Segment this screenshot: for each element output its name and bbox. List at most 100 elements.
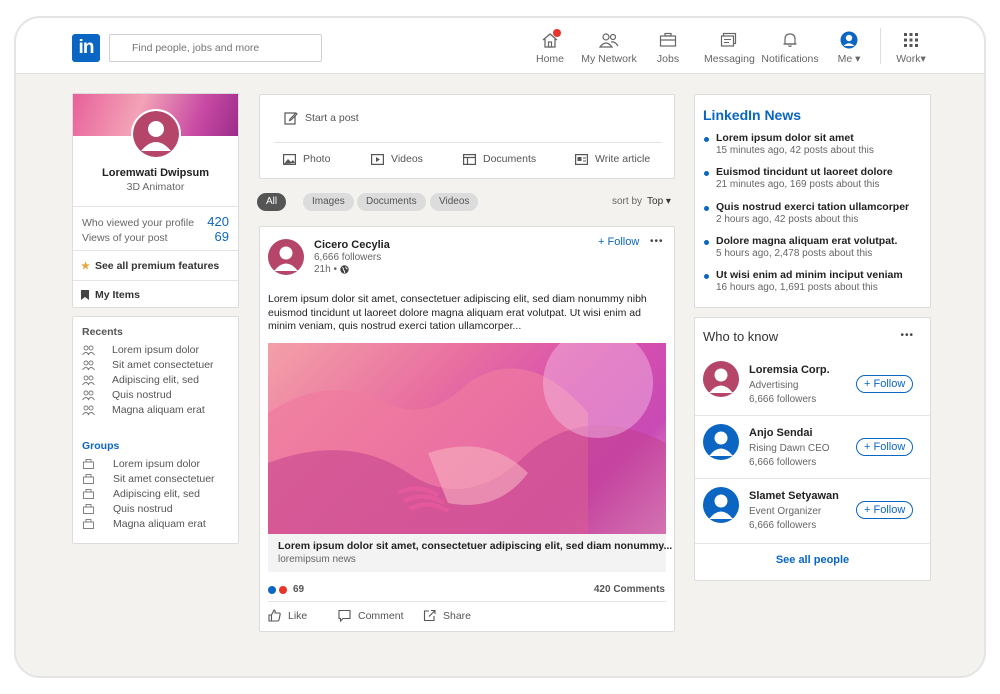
follow-button[interactable]: + Follow	[856, 375, 914, 393]
nav-home[interactable]: Home	[535, 29, 565, 65]
link-preview[interactable]: Lorem ipsum dolor sit amet, consectetuer…	[268, 534, 672, 572]
post-body: Lorem ipsum dolor sit amet, consectetuer…	[268, 293, 647, 332]
group-item[interactable]: Magna aliquam erat	[82, 518, 206, 530]
recent-item[interactable]: Sit amet consectetuer	[82, 359, 214, 371]
recent-item[interactable]: Lorem ipsum dolor	[82, 344, 199, 356]
nav-work[interactable]: Work▾	[894, 30, 928, 65]
divider	[695, 415, 930, 416]
follow-button[interactable]: + Follow	[856, 501, 914, 519]
group-item[interactable]: Lorem ipsum dolor	[82, 458, 200, 470]
nav-notifications-label: Notifications	[761, 53, 819, 65]
nav-notifications[interactable]: Notifications	[760, 30, 820, 65]
group-item[interactable]: Quis nostrud	[82, 503, 173, 515]
post-more-icon[interactable]: •••	[650, 236, 664, 247]
profile-viewers-label[interactable]: Who viewed your profile	[82, 217, 194, 229]
comment-icon	[338, 609, 351, 622]
post-views-label[interactable]: Views of your post	[82, 232, 168, 244]
nav-messaging[interactable]: Messaging	[704, 30, 755, 65]
start-post-button[interactable]: Start a post	[284, 111, 359, 125]
videos-button[interactable]: Videos	[371, 153, 423, 165]
grid-icon	[894, 30, 928, 50]
follow-button[interactable]: + Follow	[856, 438, 914, 456]
premium-link[interactable]: ★ See all premium features	[81, 260, 219, 272]
share-icon	[423, 609, 436, 622]
news-item-title: Lorem ipsum dolor sit amet	[716, 132, 854, 144]
linkedin-logo[interactable]: in	[72, 34, 100, 62]
share-label: Share	[443, 609, 472, 622]
bullet-icon	[704, 137, 709, 142]
premium-star-icon: ★	[81, 260, 90, 272]
news-item-meta: 16 hours ago, 1,691 posts about this	[716, 282, 878, 294]
divider	[695, 478, 930, 479]
sort-value: Top ▾	[647, 196, 671, 207]
nav-messaging-label: Messaging	[704, 53, 755, 65]
profile-name[interactable]: Loremwati Dwipsum	[73, 167, 238, 179]
filter-all[interactable]: All	[257, 193, 287, 211]
person-avatar[interactable]	[703, 361, 739, 397]
nav-jobs[interactable]: Jobs	[654, 30, 682, 65]
profile-viewers-count[interactable]: 420	[207, 214, 229, 229]
globe-icon	[340, 265, 349, 274]
group-item[interactable]: Adipiscing elit, sed	[82, 488, 200, 500]
bullet-icon	[704, 274, 709, 280]
start-post-label: Start a post	[305, 112, 359, 124]
person-name[interactable]: Anjo Sendai	[749, 427, 813, 439]
recent-item[interactable]: Magna aliquam erat	[82, 404, 205, 416]
documents-label: Documents	[483, 153, 537, 165]
bell-icon	[760, 30, 820, 50]
profile-avatar[interactable]	[131, 109, 181, 159]
group-item[interactable]: Sit amet consectetuer	[82, 473, 215, 485]
person-name[interactable]: Loremsia Corp.	[749, 364, 830, 376]
bullet-icon	[704, 239, 709, 245]
edit-icon	[284, 112, 298, 125]
share-button[interactable]: Share	[423, 609, 471, 622]
document-icon	[463, 153, 476, 165]
post-author-name[interactable]: Cicero Cecylia	[314, 239, 390, 251]
filter-images[interactable]: Images	[303, 193, 354, 211]
nav-me[interactable]: Me ▾	[834, 30, 864, 65]
recents-heading: Recents	[82, 326, 123, 338]
nav-me-label: Me ▾	[837, 53, 861, 65]
documents-button[interactable]: Documents	[463, 153, 536, 165]
divider	[73, 280, 238, 281]
briefcase-icon	[83, 474, 102, 484]
videos-label: Videos	[391, 153, 423, 165]
filter-documents[interactable]: Documents	[357, 193, 426, 211]
recent-item-label: Lorem ipsum dolor	[112, 344, 199, 356]
post-follow-button[interactable]: + Follow	[598, 236, 639, 248]
link-source: loremipsum news	[278, 554, 356, 565]
news-item-meta: 2 hours ago, 42 posts about this	[716, 213, 859, 225]
write-article-button[interactable]: Write article	[575, 153, 650, 165]
news-item-title: Ut wisi enim ad minim inciput veniam	[716, 269, 903, 282]
post-author-avatar[interactable]	[268, 239, 304, 275]
group-people-icon	[82, 390, 103, 401]
person-avatar[interactable]	[703, 487, 739, 523]
search-input[interactable]	[109, 34, 322, 62]
comments-count[interactable]: 420 Comments	[594, 584, 665, 595]
who-more-icon[interactable]: •••	[900, 330, 914, 341]
post-views-count[interactable]: 69	[215, 229, 229, 244]
person-avatar[interactable]	[703, 424, 739, 460]
news-item-meta: 21 minutes ago, 169 posts about this	[716, 179, 880, 191]
see-all-people-link[interactable]: See all people	[695, 554, 930, 566]
person-role: Advertising	[749, 380, 799, 391]
recent-item[interactable]: Quis nostrud	[82, 389, 172, 401]
photo-icon	[283, 153, 296, 165]
comment-button[interactable]: Comment	[338, 609, 404, 622]
sort-label: sort by	[612, 196, 643, 207]
reactions-summary[interactable]: 69	[268, 584, 304, 595]
briefcase-icon	[83, 459, 102, 469]
my-items-link[interactable]: My Items	[81, 289, 140, 301]
group-people-icon	[82, 375, 103, 386]
like-button[interactable]: Like	[268, 609, 307, 622]
post-time-label: 21h •	[314, 264, 337, 275]
person-followers: 6,666 followers	[749, 457, 817, 468]
person-name[interactable]: Slamet Setyawan	[749, 490, 839, 502]
sort-dropdown[interactable]: sort by Top ▾	[612, 196, 671, 207]
filter-videos[interactable]: Videos	[430, 193, 479, 211]
groups-heading[interactable]: Groups	[82, 440, 119, 452]
recent-item[interactable]: Adipiscing elit, sed	[82, 374, 199, 386]
post-image[interactable]	[268, 343, 666, 534]
photo-button[interactable]: Photo	[283, 153, 330, 165]
nav-my-network[interactable]: My Network	[578, 30, 640, 65]
